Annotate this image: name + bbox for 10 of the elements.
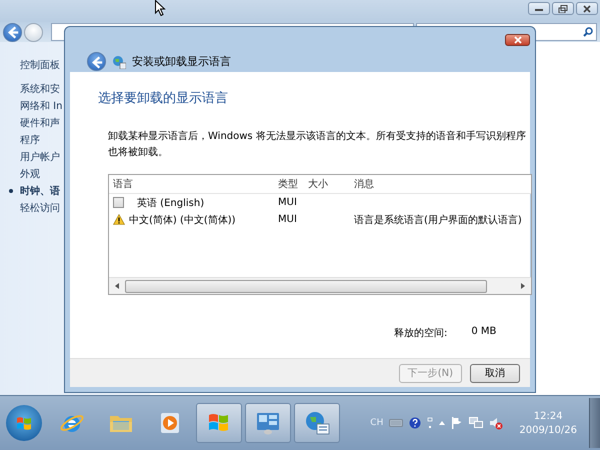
table-cell-text: 英语 (English) [137, 196, 204, 210]
dialog-title: 安装或卸载显示语言 [132, 54, 231, 69]
table-cell-text: MUI [277, 197, 298, 208]
freed-space-label: 释放的空间: [394, 326, 448, 340]
description-text: 卸载某种显示语言后，Windows 将无法显示该语言的文本。所有受支持的语音和手写识别程序也将被卸载。 [108, 130, 527, 160]
table-cell-text: MUI [277, 214, 298, 225]
page-heading: 选择要卸载的显示语言 [98, 90, 229, 107]
table-cell-text: 语言是系统语言(用户界面的默认语言) [353, 214, 523, 226]
freed-space-value: 0 MB [471, 326, 496, 339]
table-cell-text: 中文(简体) (中文(简体)) [129, 214, 236, 226]
